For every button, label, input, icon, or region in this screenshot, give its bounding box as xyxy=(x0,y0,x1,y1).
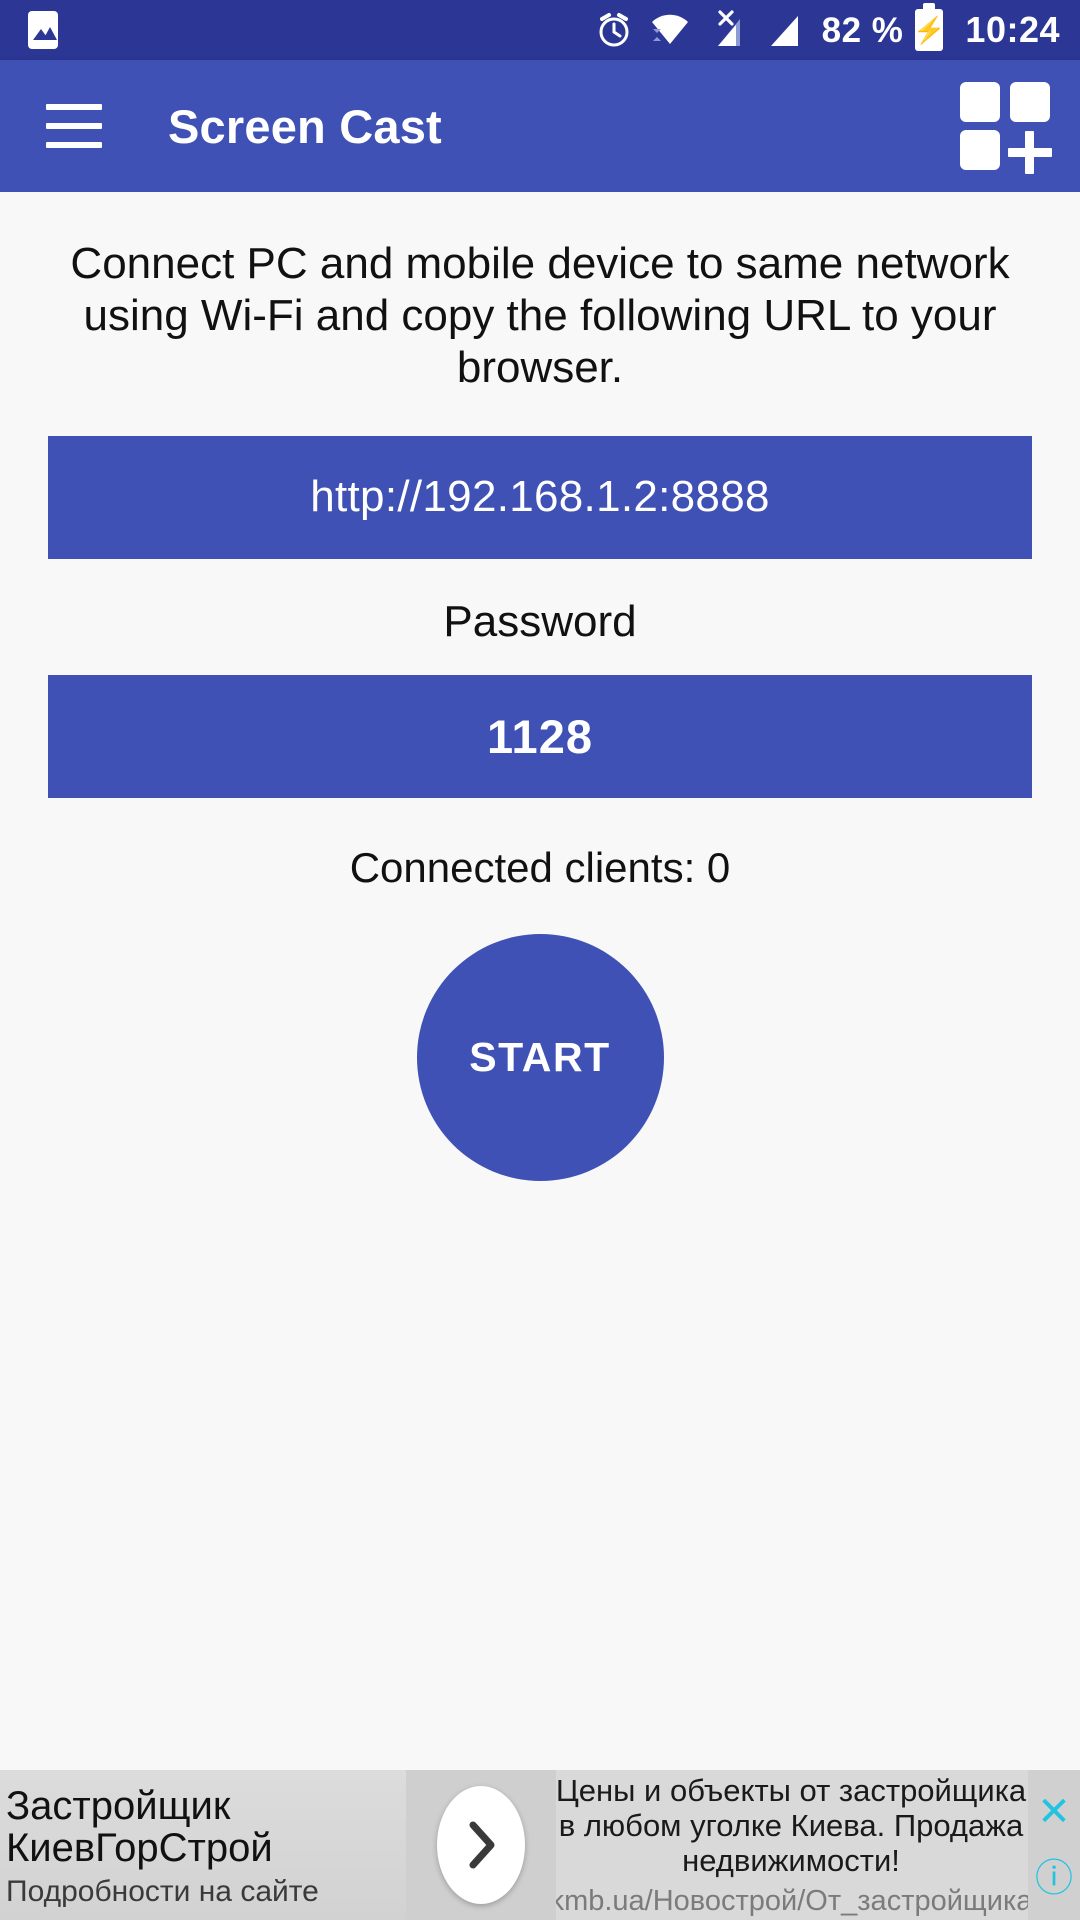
status-bar-right: 82 % ⚡ 10:24 xyxy=(594,3,1060,51)
alarm-icon xyxy=(594,10,634,50)
password-label: Password xyxy=(443,596,637,646)
battery-charging-icon: ⚡ xyxy=(913,3,946,51)
start-button-label: START xyxy=(469,1033,611,1080)
image-icon xyxy=(28,11,58,49)
page-title: Screen Cast xyxy=(168,99,442,153)
info-icon[interactable]: ⓘ xyxy=(1035,1860,1073,1898)
status-bar-clock: 10:24 xyxy=(965,9,1060,50)
hamburger-menu-icon[interactable] xyxy=(46,104,102,148)
password-value: 1128 xyxy=(487,709,593,763)
ad-headline-block[interactable]: Застройщик КиевГорСтрой Подробности на с… xyxy=(0,1770,406,1920)
app-bar: Screen Cast xyxy=(0,60,1080,192)
connected-clients-text: Connected clients: 0 xyxy=(349,843,731,891)
ad-url: kmb.ua/Новострой/От_застройщика xyxy=(556,1884,1028,1917)
status-bar-left xyxy=(28,11,58,49)
ad-body-block[interactable]: Цены и объекты от застройщика в любом уг… xyxy=(556,1770,1028,1920)
instructions-text: Connect PC and mobile device to same net… xyxy=(70,239,1010,392)
sim1-no-service-icon xyxy=(706,10,750,50)
ad-arrow-wrap xyxy=(406,1770,556,1920)
ad-banner[interactable]: Застройщик КиевГорСтрой Подробности на с… xyxy=(0,1770,1080,1920)
wifi-icon xyxy=(648,10,692,50)
ad-subtitle: Подробности на сайте xyxy=(6,1875,319,1908)
ad-body-line3: недвижимости! xyxy=(682,1842,900,1878)
password-banner[interactable]: 1128 xyxy=(48,674,1032,798)
start-button-wrap: START xyxy=(0,933,1080,1181)
chevron-right-icon[interactable] xyxy=(437,1786,525,1904)
close-icon[interactable]: ✕ xyxy=(1037,1792,1071,1832)
add-widget-icon[interactable] xyxy=(960,82,1052,174)
main-content: Connect PC and mobile device to same net… xyxy=(0,192,1080,1770)
sim2-signal-icon xyxy=(764,10,808,50)
ad-body-line2: в любом уголке Киева. Продажа xyxy=(558,1808,1024,1844)
start-button[interactable]: START xyxy=(416,933,664,1181)
ad-body-line1: Цены и объекты от застройщика xyxy=(556,1773,1027,1809)
battery-percent: 82 % xyxy=(821,10,904,50)
ad-headline-line2: КиевГорСтрой xyxy=(6,1826,273,1870)
server-url-banner[interactable]: http://192.168.1.2:8888 xyxy=(48,435,1032,559)
ad-headline-line1: Застройщик xyxy=(6,1784,231,1828)
status-bar: 82 % ⚡ 10:24 xyxy=(0,0,1080,60)
ad-controls: ✕ ⓘ xyxy=(1028,1770,1080,1920)
server-url-text: http://192.168.1.2:8888 xyxy=(310,472,770,522)
